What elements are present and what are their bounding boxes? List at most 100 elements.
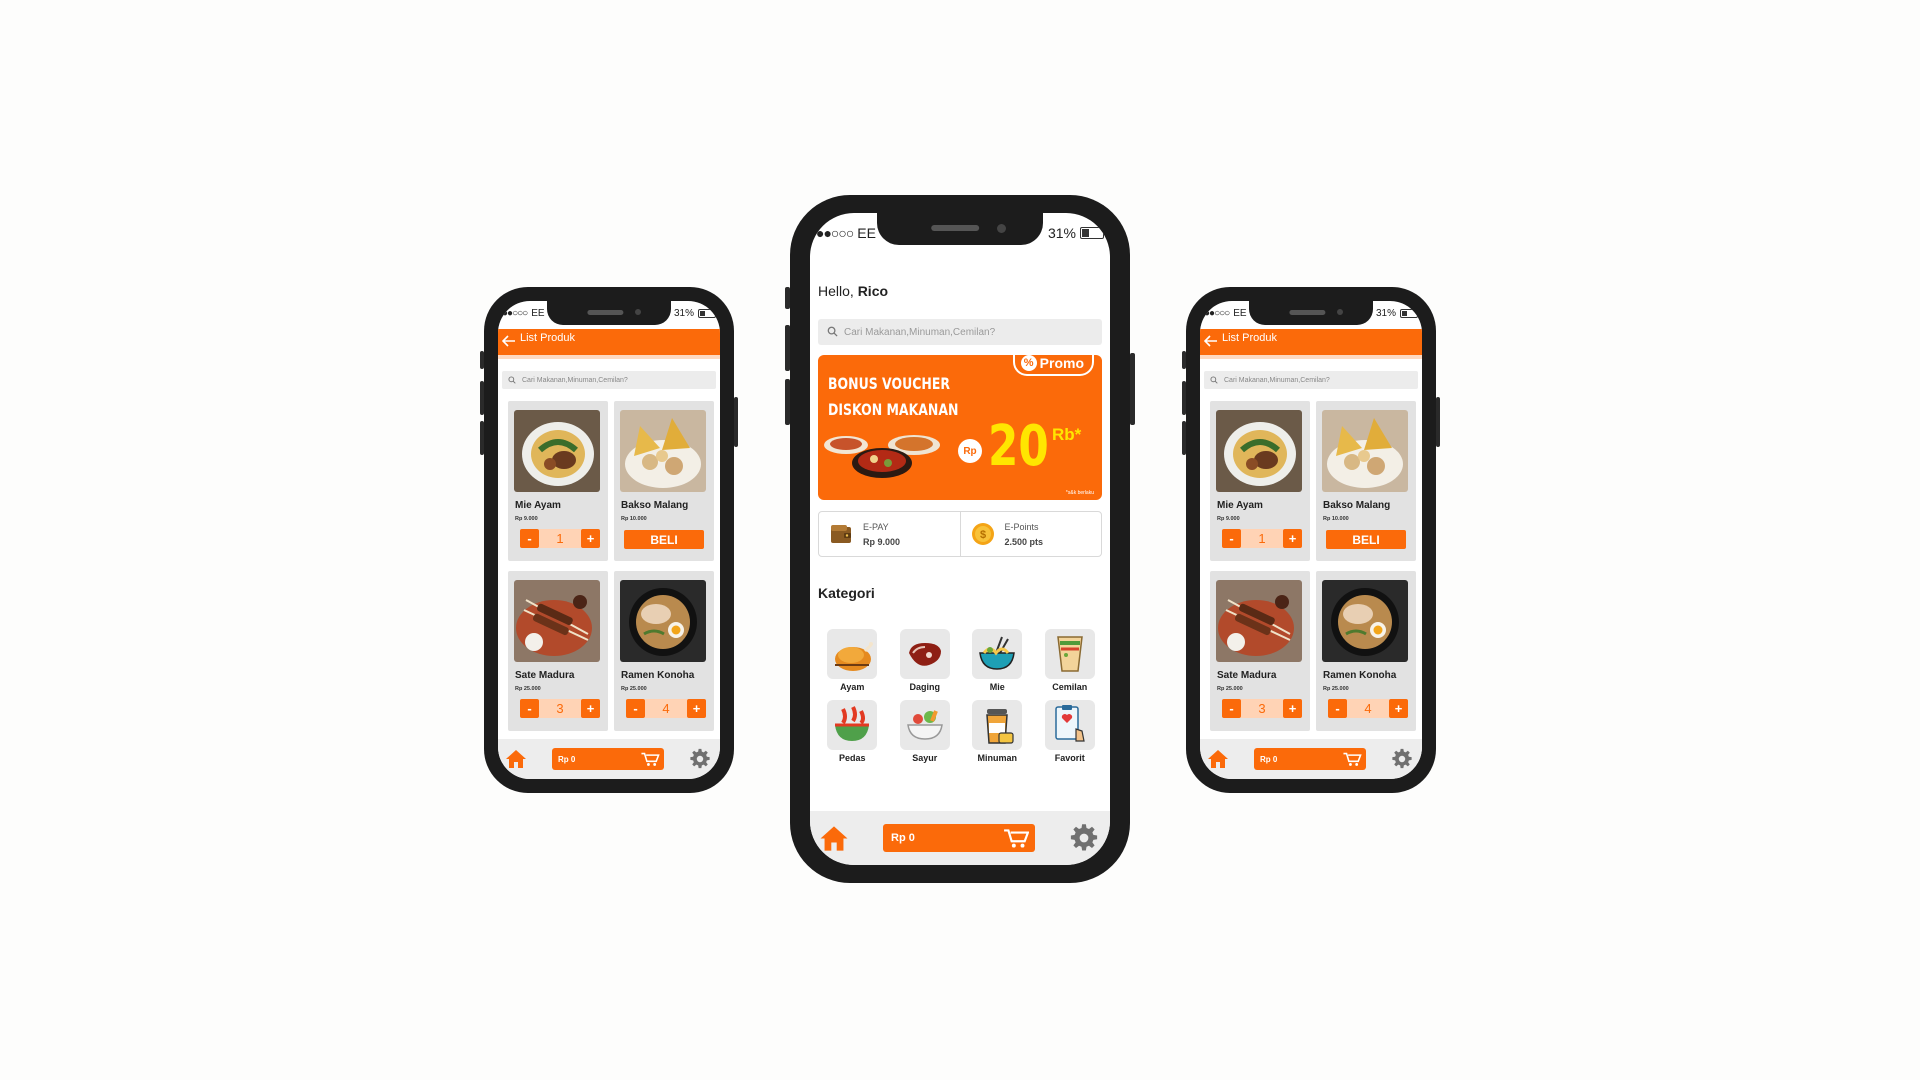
battery-icon [1080, 227, 1104, 239]
promo-unit: Rb* [1052, 425, 1082, 444]
phone-list-produk-right: ●●○○○ EE 31% List Produk Cari Makanan,Min… [1182, 287, 1440, 793]
promo-badge-label: Promo [1039, 355, 1084, 371]
minus-button[interactable]: - [520, 699, 539, 718]
product-name: Bakso Malang [621, 500, 689, 511]
minus-button[interactable]: - [1222, 699, 1241, 718]
home-button[interactable] [818, 822, 850, 854]
minus-button[interactable]: - [1328, 699, 1347, 718]
category-daging[interactable]: Daging [889, 629, 962, 692]
promo-amount: 20 [988, 414, 1049, 479]
search-icon [508, 376, 516, 384]
quantity-value: 1 [539, 529, 581, 548]
phone-home: ●●○○○ EE 31% Hello, Rico Cari Makanan,Min… [785, 195, 1135, 883]
cart-button[interactable]: Rp 0 [1254, 748, 1366, 770]
user-name: Rico [857, 283, 889, 299]
speaker [1289, 310, 1326, 315]
product-card[interactable]: Mie Ayam Rp 9.000 - 1 + [1210, 401, 1310, 561]
search-placeholder: Cari Makanan,Minuman,Cemilan? [1224, 376, 1330, 384]
wallet-icon [831, 525, 851, 543]
category-ayam[interactable]: Ayam [816, 629, 889, 692]
product-name: Mie Ayam [1217, 500, 1263, 511]
search-placeholder: Cari Makanan,Minuman,Cemilan? [844, 326, 996, 338]
quantity-value: 4 [645, 699, 687, 718]
category-mie[interactable]: Mie [961, 629, 1034, 692]
settings-button[interactable] [1068, 822, 1100, 854]
product-card[interactable]: Bakso Malang Rp 10.000 BELI [614, 401, 714, 561]
back-arrow-icon[interactable] [1204, 335, 1218, 347]
page-title: List Produk [1222, 332, 1278, 344]
settings-button[interactable] [688, 747, 712, 771]
search-input[interactable]: Cari Makanan,Minuman,Cemilan? [818, 319, 1102, 345]
plus-button[interactable]: + [1283, 529, 1302, 548]
product-name: Bakso Malang [1323, 500, 1391, 511]
mie-ayam-photo [1216, 410, 1302, 492]
buy-button[interactable]: BELI [1326, 530, 1406, 549]
battery-label: 31% [1375, 307, 1396, 319]
carrier-label: EE [531, 307, 545, 319]
quantity-value: 4 [1347, 699, 1389, 718]
cart-icon [641, 752, 660, 766]
settings-button[interactable] [1390, 747, 1414, 771]
list-produk-header: List Produk [1200, 329, 1422, 359]
plus-button[interactable]: + [581, 699, 600, 718]
product-card[interactable]: Sate Madura Rp 25.000 - 3 + [1210, 571, 1310, 731]
minus-button[interactable]: - [1222, 529, 1241, 548]
back-arrow-icon[interactable] [502, 335, 516, 347]
category-sayur[interactable]: Sayur [889, 700, 962, 763]
epay-balance[interactable]: E-PAY Rp 9.000 [819, 512, 960, 556]
search-input[interactable]: Cari Makanan,Minuman,Cemilan? [1204, 371, 1418, 389]
category-minuman[interactable]: Minuman [961, 700, 1034, 763]
plus-button[interactable]: + [1283, 699, 1302, 718]
wallet-panel: E-PAY Rp 9.000 $ E-Points 2.500 pts [818, 511, 1102, 557]
signal-icon: ●●○○○ [816, 225, 854, 241]
category-label: Favorit [1054, 753, 1085, 763]
category-label: Sayur [912, 753, 938, 763]
epoints-value: 2.500 pts [1004, 536, 1044, 547]
svg-text:$: $ [979, 529, 985, 541]
category-favorit[interactable]: Favorit [1034, 700, 1107, 763]
notch [547, 301, 671, 325]
volume-up-button [1182, 381, 1186, 415]
product-price: Rp 25.000 [621, 686, 647, 692]
minus-button[interactable]: - [626, 699, 645, 718]
search-input[interactable]: Cari Makanan,Minuman,Cemilan? [502, 371, 716, 389]
plus-button[interactable]: + [581, 529, 600, 548]
product-card[interactable]: Mie Ayam Rp 9.000 - 1 + [508, 401, 608, 561]
product-card[interactable]: Bakso Malang Rp 10.000 BELI [1316, 401, 1416, 561]
quantity-stepper: - 4 + [1328, 699, 1408, 718]
minus-button[interactable]: - [520, 529, 539, 548]
page-title: List Produk [520, 332, 576, 344]
gear-icon [1070, 824, 1098, 851]
cart-button[interactable]: Rp 0 [883, 824, 1035, 852]
promo-currency: Rp [958, 439, 982, 463]
promo-terms: *s&k berlaku [1065, 490, 1094, 496]
home-button[interactable] [504, 747, 528, 771]
front-camera [1337, 309, 1343, 315]
category-pedas[interactable]: Pedas [816, 700, 889, 763]
mute-switch [480, 351, 484, 369]
quantity-stepper: - 1 + [1222, 529, 1302, 548]
epoints-label: E-Points [1004, 521, 1039, 532]
plus-button[interactable]: + [687, 699, 706, 718]
percent-icon: % [1020, 355, 1037, 371]
product-card[interactable]: Ramen Konoha Rp 25.000 - 4 + [1316, 571, 1416, 731]
bakso-malang-photo [1322, 410, 1408, 492]
category-cemilan[interactable]: Cemilan [1034, 629, 1107, 692]
plus-button[interactable]: + [1389, 699, 1408, 718]
front-camera [635, 309, 641, 315]
favorite-clipboard-icon [1055, 705, 1085, 742]
promo-title-line2: DISKON MAKANAN [828, 400, 959, 419]
buy-button[interactable]: BELI [624, 530, 704, 549]
power-button [1130, 353, 1135, 425]
product-card[interactable]: Sate Madura Rp 25.000 - 3 + [508, 571, 608, 731]
product-grid: Mie Ayam Rp 9.000 - 1 + Bakso Malang Rp … [1210, 401, 1416, 731]
cart-button[interactable]: Rp 0 [552, 748, 664, 770]
home-button[interactable] [1206, 747, 1230, 771]
product-card[interactable]: Ramen Konoha Rp 25.000 - 4 + [614, 571, 714, 731]
epoints-balance[interactable]: $ E-Points 2.500 pts [959, 512, 1102, 556]
promo-dishes-image [824, 423, 942, 483]
promo-banner[interactable]: BONUS VOUCHER DISKON MAKANAN Rp 20 Rb* *… [818, 355, 1102, 500]
promo-badge: % Promo [1012, 355, 1094, 376]
bakso-malang-photo [620, 410, 706, 492]
product-price: Rp 25.000 [1323, 686, 1349, 692]
